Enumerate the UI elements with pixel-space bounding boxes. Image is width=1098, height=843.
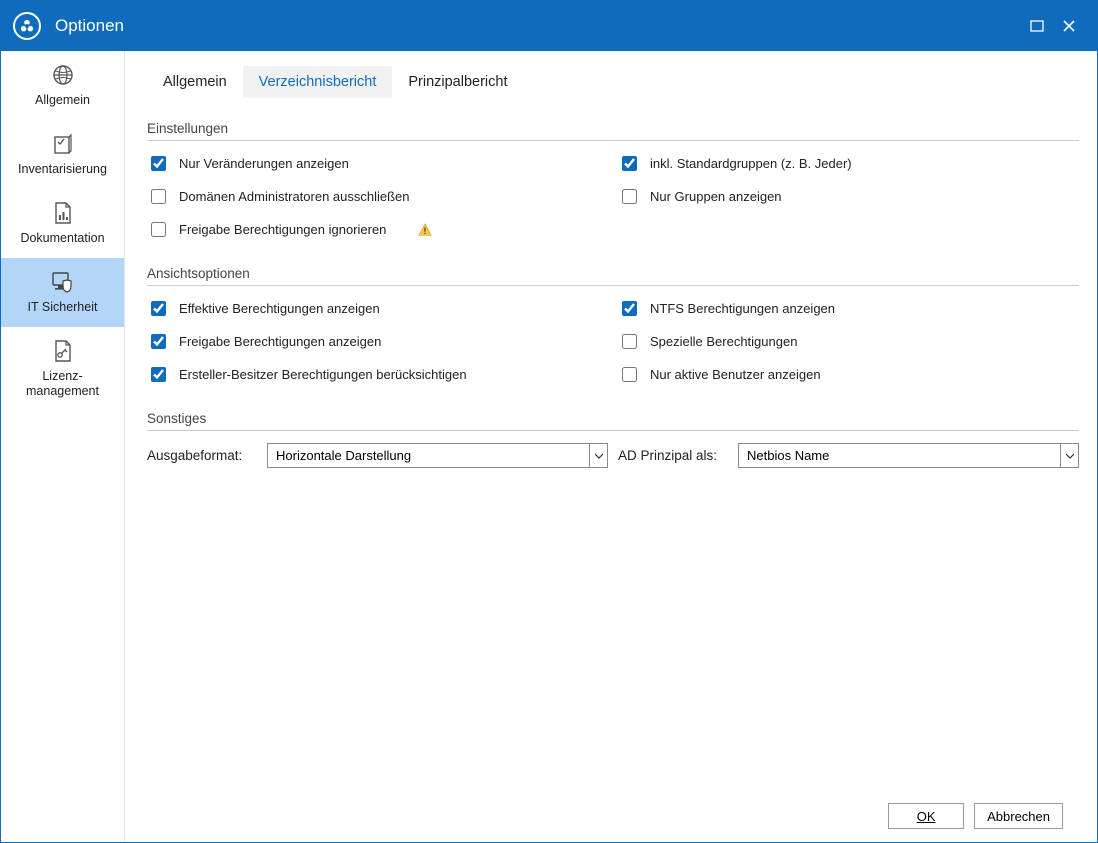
checkbox-row: Nur Gruppen anzeigen bbox=[618, 186, 1079, 207]
sidebar-item-label: Lizenz- management bbox=[26, 369, 99, 399]
checkbox-label[interactable]: Freigabe Berechtigungen anzeigen bbox=[179, 334, 381, 349]
ad-principal-select-wrap: Netbios Name bbox=[738, 443, 1079, 468]
checkbox-ntfs-berechtigungen[interactable] bbox=[622, 301, 637, 316]
close-button[interactable] bbox=[1053, 10, 1085, 42]
ad-principal-label: AD Prinzipal als: bbox=[618, 448, 728, 463]
app-icon bbox=[13, 12, 41, 40]
section-divider bbox=[147, 140, 1079, 141]
sidebar: Allgemein Inventarisierung Dokumentation… bbox=[1, 51, 125, 842]
footer: OK Abbrechen bbox=[147, 790, 1079, 842]
checkbox-nur-gruppen[interactable] bbox=[622, 189, 637, 204]
checkbox-row: Nur Veränderungen anzeigen bbox=[147, 153, 608, 174]
checkbox-label[interactable]: Domänen Administratoren ausschließen bbox=[179, 189, 410, 204]
checkbox-label[interactable]: Freigabe Berechtigungen ignorieren bbox=[179, 222, 386, 237]
section-divider bbox=[147, 430, 1079, 431]
maximize-button[interactable] bbox=[1021, 10, 1053, 42]
checkbox-spezielle-berechtigungen[interactable] bbox=[622, 334, 637, 349]
tab-verzeichnisbericht[interactable]: Verzeichnisbericht bbox=[243, 66, 393, 98]
ad-principal-select[interactable]: Netbios Name bbox=[739, 444, 1078, 467]
checkbox-label[interactable]: Nur Veränderungen anzeigen bbox=[179, 156, 349, 171]
globe-icon bbox=[51, 61, 75, 89]
output-format-select[interactable]: Horizontale Darstellung bbox=[268, 444, 607, 467]
checkbox-label[interactable]: NTFS Berechtigungen anzeigen bbox=[650, 301, 835, 316]
document-icon bbox=[52, 199, 74, 227]
checkbox-nur-veraenderungen[interactable] bbox=[151, 156, 166, 171]
section-title-view: Ansichtsoptionen bbox=[147, 266, 1079, 281]
sidebar-item-allgemein[interactable]: Allgemein bbox=[1, 51, 124, 120]
license-icon bbox=[52, 337, 74, 365]
output-format-label: Ausgabeformat: bbox=[147, 448, 257, 463]
warning-icon bbox=[418, 223, 432, 237]
inventory-icon bbox=[51, 130, 75, 158]
section-title-settings: Einstellungen bbox=[147, 121, 1079, 136]
tab-allgemein[interactable]: Allgemein bbox=[147, 66, 243, 98]
window-title: Optionen bbox=[55, 16, 124, 36]
checkbox-domaenen-admins[interactable] bbox=[151, 189, 166, 204]
maximize-icon bbox=[1030, 20, 1044, 32]
checkbox-row: NTFS Berechtigungen anzeigen bbox=[618, 298, 1079, 319]
tabs: Allgemein Verzeichnisbericht Prinzipalbe… bbox=[147, 59, 1079, 99]
tab-prinzipalbericht[interactable]: Prinzipalbericht bbox=[392, 66, 523, 98]
main: Allgemein Verzeichnisbericht Prinzipalbe… bbox=[125, 51, 1097, 842]
checkbox-label[interactable]: Nur Gruppen anzeigen bbox=[650, 189, 782, 204]
checkbox-effektive-berechtigungen[interactable] bbox=[151, 301, 166, 316]
checkbox-nur-aktive-benutzer[interactable] bbox=[622, 367, 637, 382]
checkbox-row: Effektive Berechtigungen anzeigen bbox=[147, 298, 608, 319]
checkbox-label[interactable]: Ersteller-Besitzer Berechtigungen berück… bbox=[179, 367, 467, 382]
checkbox-ersteller-besitzer[interactable] bbox=[151, 367, 166, 382]
sidebar-item-label: Allgemein bbox=[35, 93, 90, 108]
checkbox-inkl-standardgruppen[interactable] bbox=[622, 156, 637, 171]
sidebar-item-lizenzmanagement[interactable]: Lizenz- management bbox=[1, 327, 124, 411]
checkbox-row: Domänen Administratoren ausschließen bbox=[147, 186, 608, 207]
sidebar-item-it-sicherheit[interactable]: IT Sicherheit bbox=[1, 258, 124, 327]
close-icon bbox=[1062, 19, 1076, 33]
sidebar-item-label: Inventarisierung bbox=[18, 162, 107, 177]
checkbox-label[interactable]: Nur aktive Benutzer anzeigen bbox=[650, 367, 821, 382]
checkbox-row: Freigabe Berechtigungen ignorieren bbox=[147, 219, 608, 240]
section-title-misc: Sonstiges bbox=[147, 411, 1079, 426]
security-icon bbox=[50, 268, 76, 296]
checkbox-label[interactable]: inkl. Standardgruppen (z. B. Jeder) bbox=[650, 156, 852, 171]
checkbox-row: Freigabe Berechtigungen anzeigen bbox=[147, 331, 608, 352]
sidebar-item-dokumentation[interactable]: Dokumentation bbox=[1, 189, 124, 258]
checkbox-row: Ersteller-Besitzer Berechtigungen berück… bbox=[147, 364, 608, 385]
tab-content: Einstellungen Nur Veränderungen anzeigen… bbox=[147, 99, 1079, 790]
sidebar-item-label: IT Sicherheit bbox=[28, 300, 98, 315]
checkbox-row: inkl. Standardgruppen (z. B. Jeder) bbox=[618, 153, 1079, 174]
section-divider bbox=[147, 285, 1079, 286]
sidebar-item-label: Dokumentation bbox=[20, 231, 104, 246]
checkbox-label[interactable]: Effektive Berechtigungen anzeigen bbox=[179, 301, 380, 316]
checkbox-row: Spezielle Berechtigungen bbox=[618, 331, 1079, 352]
ok-button[interactable]: OK bbox=[888, 803, 964, 829]
sidebar-item-inventarisierung[interactable]: Inventarisierung bbox=[1, 120, 124, 189]
cancel-button[interactable]: Abbrechen bbox=[974, 803, 1063, 829]
checkbox-freigabe-berechtigungen[interactable] bbox=[151, 334, 166, 349]
checkbox-freigabe-ignorieren[interactable] bbox=[151, 222, 166, 237]
titlebar: Optionen bbox=[1, 1, 1097, 51]
checkbox-label[interactable]: Spezielle Berechtigungen bbox=[650, 334, 797, 349]
window: Optionen Allgemein bbox=[0, 0, 1098, 843]
output-format-select-wrap: Horizontale Darstellung bbox=[267, 443, 608, 468]
app-logo-icon bbox=[19, 18, 35, 34]
checkbox-row: Nur aktive Benutzer anzeigen bbox=[618, 364, 1079, 385]
